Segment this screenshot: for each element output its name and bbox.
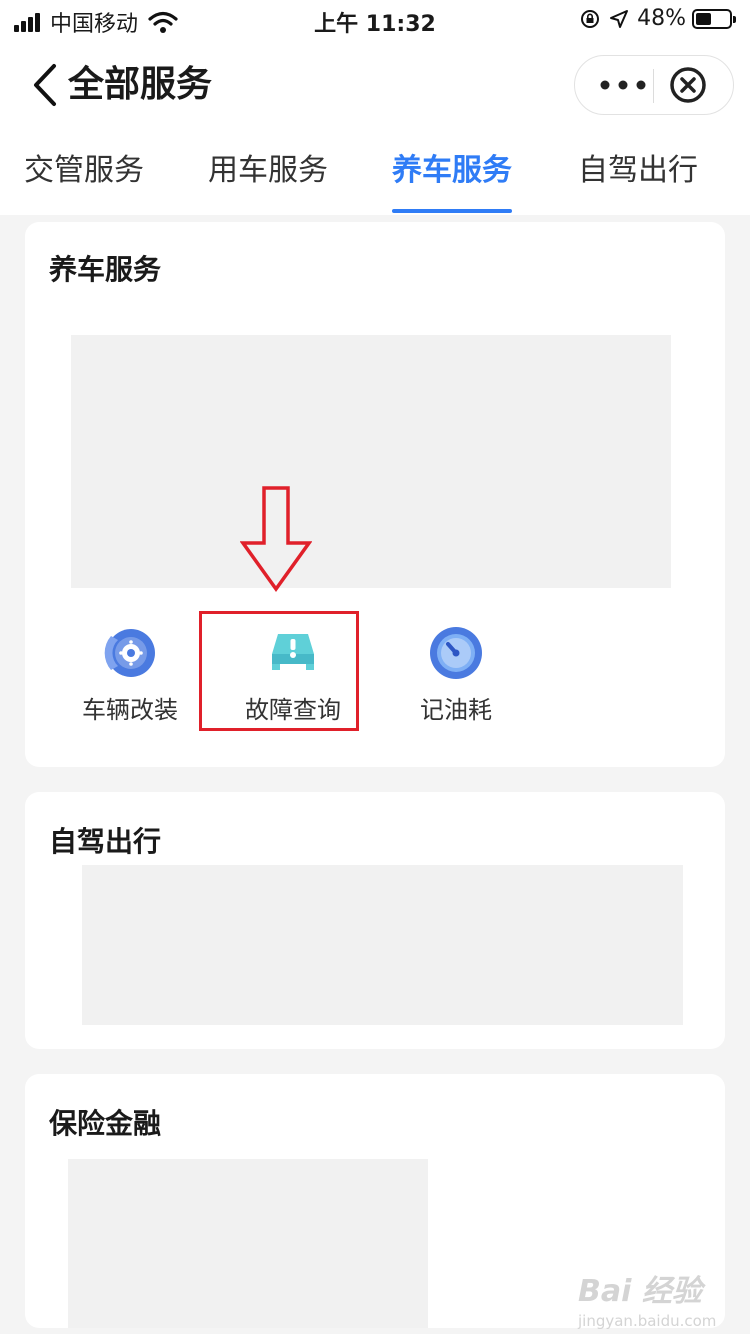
section-card-self-drive: 自驾出行 (25, 792, 725, 1049)
more-dots-icon[interactable] (595, 56, 651, 114)
stopwatch-icon (430, 627, 482, 679)
close-circle-icon[interactable] (669, 66, 707, 104)
battery-percent: 48% (637, 6, 686, 31)
down-arrow-annotation-icon (240, 486, 312, 593)
service-fuel-log[interactable]: 记油耗 (381, 624, 531, 724)
service-vehicle-modification[interactable]: 车辆改装 (55, 624, 205, 724)
rotation-lock-icon (581, 9, 600, 28)
content-placeholder (68, 1159, 428, 1328)
section-title: 保险金融 (49, 1107, 162, 1140)
tab-self-drive[interactable]: 自驾出行 (578, 148, 698, 194)
chevron-left-icon[interactable] (28, 62, 64, 108)
service-label: 记油耗 (420, 696, 492, 724)
section-title: 自驾出行 (49, 825, 162, 858)
mini-program-capsule (574, 55, 734, 115)
category-tabs: 交管服务 用车服务 养车服务 自驾出行 (0, 148, 750, 215)
watermark-logo: Bai 经验 (578, 1274, 702, 1309)
section-title: 养车服务 (49, 253, 162, 286)
battery-icon (692, 8, 736, 29)
watermark-url: jingyan.baidu.com (578, 1312, 717, 1330)
content-placeholder (71, 335, 671, 588)
service-label: 车辆改装 (82, 696, 178, 724)
content-placeholder (82, 865, 683, 1025)
tab-car-use-services[interactable]: 用车服务 (208, 148, 328, 194)
tab-car-maintenance[interactable]: 养车服务 (392, 148, 512, 194)
capsule-divider (653, 69, 654, 103)
baidu-jingyan-watermark: Bai 经验 jingyan.baidu.com (578, 1266, 718, 1330)
location-arrow-icon (610, 9, 629, 28)
brake-disc-icon (104, 629, 155, 677)
highlight-box (199, 611, 359, 731)
page-title: 全部服务 (68, 64, 213, 105)
active-tab-indicator (392, 209, 512, 213)
status-bar: 中国移动 上午 11:32 48% (0, 0, 750, 40)
tab-traffic-services[interactable]: 交管服务 (24, 148, 144, 194)
